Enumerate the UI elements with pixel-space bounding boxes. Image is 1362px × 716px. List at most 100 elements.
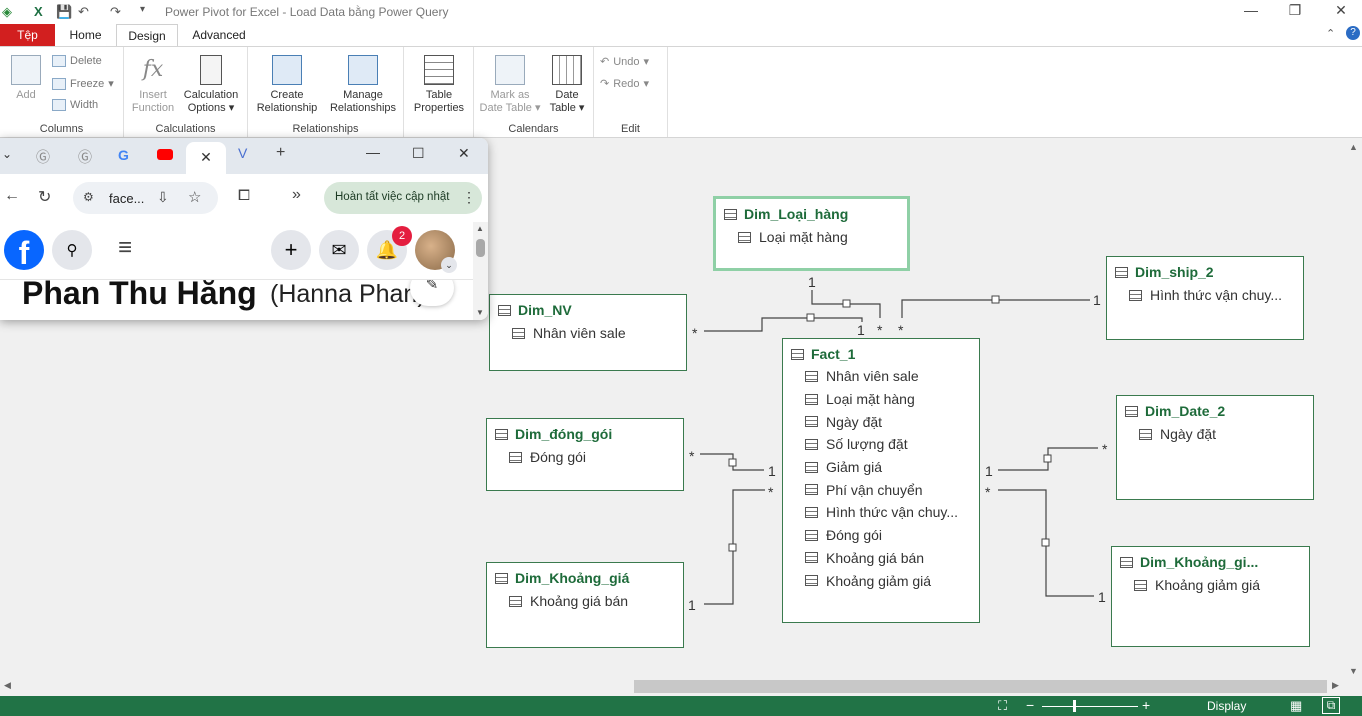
facebook-logo-icon[interactable]: f (4, 230, 44, 270)
column-icon (805, 393, 818, 405)
zoom-in-icon[interactable]: + (1142, 697, 1150, 713)
search-icon[interactable]: ⚲ (52, 230, 92, 270)
horizontal-scrollbar[interactable]: ◀ ▶ (0, 678, 1345, 695)
grid-view-icon[interactable]: ▦ (1290, 698, 1302, 714)
address-bar[interactable]: ⚙ face... ⇩ ☆ (73, 182, 218, 214)
new-tab-icon[interactable]: + (276, 144, 285, 162)
horizontal-scroll-thumb[interactable] (634, 680, 1327, 693)
tab-favicon-v-icon[interactable]: V (238, 145, 247, 161)
rel-marker (842, 299, 851, 308)
column-item[interactable]: Ngày đặt (1117, 423, 1313, 446)
cardinality-one: 1 (1093, 292, 1101, 308)
browser-scroll-thumb[interactable] (476, 239, 485, 257)
cardinality-many: * (692, 325, 698, 341)
column-item[interactable]: Khoảng giảm giá (783, 569, 979, 592)
table-icon (1125, 405, 1138, 417)
column-item[interactable]: Khoảng giá bán (487, 590, 683, 613)
table-dim-nv[interactable]: Dim_NV Nhân viên sale (489, 294, 687, 371)
tab-favicon-google-icon[interactable]: Ⓖ (78, 147, 92, 167)
cardinality-many: * (1102, 441, 1108, 457)
browser-menu-icon[interactable]: ⋮ (462, 189, 476, 206)
more-tools-icon[interactable]: » (292, 186, 301, 204)
column-icon (512, 327, 525, 339)
zoom-slider[interactable] (1042, 706, 1138, 707)
active-tab-close-icon[interactable]: ✕ (186, 142, 226, 174)
column-icon (805, 575, 818, 587)
account-menu-chevron-icon[interactable]: ⌄ (441, 257, 457, 273)
browser-scrollbar[interactable]: ▲ ▼ (473, 222, 488, 320)
rel-marker (991, 295, 1000, 304)
table-dim-date-2[interactable]: Dim_Date_2 Ngày đặt (1116, 395, 1314, 500)
cardinality-one: 1 (857, 322, 865, 338)
browser-scroll-down-icon[interactable]: ▼ (476, 308, 484, 317)
extensions-icon[interactable]: ⧠ (238, 187, 250, 204)
tab-search-icon[interactable]: ⌄ (2, 147, 12, 161)
cardinality-many: * (985, 484, 991, 500)
browser-toolbar: ← ↻ ⚙ face... ⇩ ☆ ⧠ » Hoàn tất việc cập … (0, 174, 488, 222)
table-fact-1[interactable]: Fact_1 Nhân viên sale Loại mặt hàng Ngày… (782, 338, 980, 623)
tab-favicon-google-icon[interactable]: G (118, 147, 129, 163)
browser-close-icon[interactable]: ✕ (458, 145, 470, 162)
zoom-out-icon[interactable]: − (1026, 697, 1034, 713)
column-item[interactable]: Giảm giá (783, 456, 979, 479)
browser-scroll-up-icon[interactable]: ▲ (476, 224, 484, 233)
column-icon (805, 552, 818, 564)
tab-favicon-google-icon[interactable]: Ⓖ (36, 147, 50, 167)
column-icon (509, 451, 522, 463)
rel-marker (728, 543, 737, 552)
table-dim-dong-goi[interactable]: Dim_đóng_gói Đóng gói (486, 418, 684, 491)
column-item[interactable]: Nhân viên sale (490, 322, 686, 345)
column-icon (805, 484, 818, 496)
column-item[interactable]: Hình thức vận chuy... (1107, 284, 1303, 307)
column-item[interactable]: Đóng gói (783, 524, 979, 547)
browser-window[interactable]: ⌄ Ⓖ Ⓖ G ✕ V + — ☐ ✕ ← ↻ ⚙ face... ⇩ ☆ ⧠ … (0, 138, 488, 320)
table-icon (791, 348, 804, 360)
column-icon (805, 506, 818, 518)
scroll-right-icon[interactable]: ▶ (1332, 680, 1339, 691)
column-icon (805, 461, 818, 473)
scroll-up-icon[interactable]: ▲ (1349, 142, 1358, 152)
table-dim-ship-2[interactable]: Dim_ship_2 Hình thức vận chuy... (1106, 256, 1304, 340)
diagram-view-icon[interactable]: ⧉ (1322, 697, 1340, 714)
column-item[interactable]: Khoảng giảm giá (1112, 574, 1309, 597)
edit-profile-icon[interactable]: ✎ (410, 280, 454, 306)
reload-icon[interactable]: ↻ (38, 187, 51, 207)
bookmark-star-icon[interactable]: ☆ (188, 188, 201, 206)
column-item[interactable]: Hình thức vận chuy... (783, 501, 979, 524)
column-icon (1129, 289, 1142, 301)
rel-nv (704, 317, 863, 332)
install-icon[interactable]: ⇩ (157, 189, 169, 206)
column-item[interactable]: Số lượng đặt (783, 433, 979, 456)
table-dim-khoang-gia[interactable]: Dim_Khoảng_giá Khoảng giá bán (486, 562, 684, 648)
vertical-scrollbar[interactable]: ▲ ▼ (1345, 138, 1362, 695)
column-item[interactable]: Loại mặt hàng (716, 226, 907, 249)
messenger-icon[interactable]: ✉ (319, 230, 359, 270)
site-settings-icon[interactable]: ⚙ (83, 190, 94, 204)
column-item[interactable]: Khoảng giá bán (783, 547, 979, 570)
scroll-left-icon[interactable]: ◀ (4, 680, 11, 691)
browser-maximize-icon[interactable]: ☐ (412, 145, 425, 162)
menu-icon[interactable]: ≡ (118, 234, 132, 262)
back-icon[interactable]: ← (4, 187, 20, 205)
column-item[interactable]: Loại mặt hàng (783, 388, 979, 411)
tab-favicon-youtube-icon[interactable] (157, 149, 173, 160)
cardinality-one: 1 (688, 597, 696, 613)
profile-name: Phan Thu Hằng (22, 280, 257, 311)
column-item[interactable]: Nhân viên sale (783, 365, 979, 388)
update-button[interactable]: Hoàn tất việc cập nhật ⋮ (324, 182, 482, 214)
fit-to-screen-icon[interactable]: ⛶ (998, 698, 1007, 714)
column-item[interactable]: Ngày đặt (783, 410, 979, 433)
update-label: Hoàn tất việc cập nhật (335, 191, 450, 203)
column-item[interactable]: Đóng gói (487, 446, 683, 469)
table-icon (495, 572, 508, 584)
column-item[interactable]: Phí vận chuyển (783, 478, 979, 501)
notification-badge: 2 (392, 226, 412, 246)
create-icon[interactable]: + (271, 230, 311, 270)
table-dim-khoang-gi[interactable]: Dim_Khoảng_gi... Khoảng giảm giá (1111, 546, 1310, 647)
cardinality-one: 1 (768, 463, 776, 479)
zoom-slider-thumb[interactable] (1073, 700, 1076, 712)
browser-minimize-icon[interactable]: — (366, 144, 380, 160)
scroll-down-icon[interactable]: ▼ (1349, 666, 1358, 676)
column-icon (805, 370, 818, 382)
table-dim-loai-hang[interactable]: Dim_Loại_hàng Loại mặt hàng (713, 196, 910, 271)
